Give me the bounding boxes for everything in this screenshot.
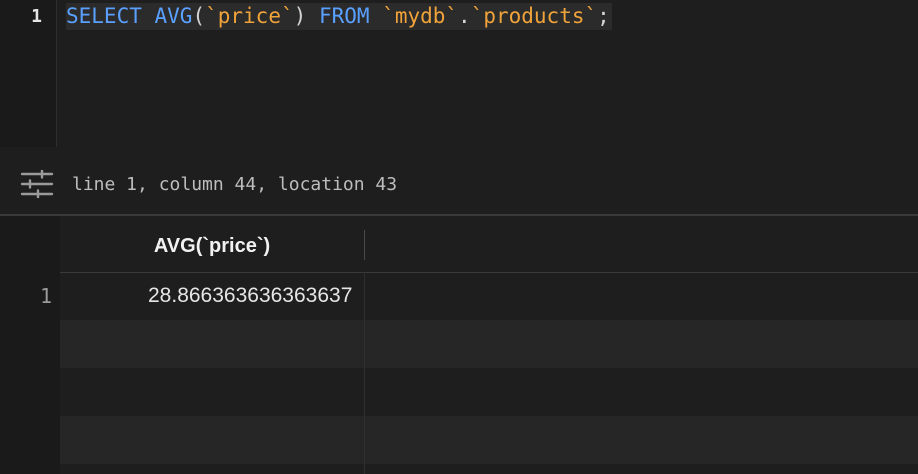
sql-dot: . (458, 4, 471, 28)
sql-editor[interactable]: 1 SELECT AVG(`price`) FROM `mydb`.`produ… (0, 0, 918, 152)
sql-keyword-select: SELECT (66, 4, 142, 28)
row-number-gutter (0, 216, 60, 474)
results-grid: AVG(`price`) 28.866363636363637 1 (0, 216, 918, 474)
editor-status-bar: line 1, column 44, location 43 (0, 160, 918, 212)
settings-sliders-icon[interactable] (20, 170, 54, 198)
sql-close-paren: ) (293, 4, 307, 28)
sql-open-paren: ( (192, 4, 206, 28)
sql-table-identifier: `products` (470, 4, 598, 28)
table-row-empty (60, 320, 918, 368)
table-row-empty (60, 368, 918, 416)
editor-gutter: 1 (0, 0, 57, 147)
sql-database-identifier: `mydb` (382, 4, 459, 28)
editor-line-number: 1 (31, 6, 42, 27)
sql-column-identifier: `price` (205, 4, 294, 28)
table-row-empty (60, 416, 918, 464)
sql-query-line[interactable]: SELECT AVG(`price`) FROM `mydb`.`product… (66, 3, 612, 30)
table-row[interactable]: 28.866363636363637 (60, 272, 918, 320)
column-header-avg-price[interactable]: AVG(`price`) (60, 216, 364, 272)
column-separator (364, 272, 365, 474)
results-header: AVG(`price`) (60, 216, 918, 273)
cursor-position-info: line 1, column 44, location 43 (72, 174, 398, 195)
sql-semicolon: ; (597, 4, 610, 28)
row-number: 1 (39, 284, 52, 308)
table-cell-avg-price[interactable]: 28.866363636363637 (148, 272, 352, 320)
sql-keyword-from: FROM (318, 4, 370, 28)
column-resize-handle[interactable] (364, 230, 365, 260)
sql-function-avg: AVG (154, 4, 193, 28)
